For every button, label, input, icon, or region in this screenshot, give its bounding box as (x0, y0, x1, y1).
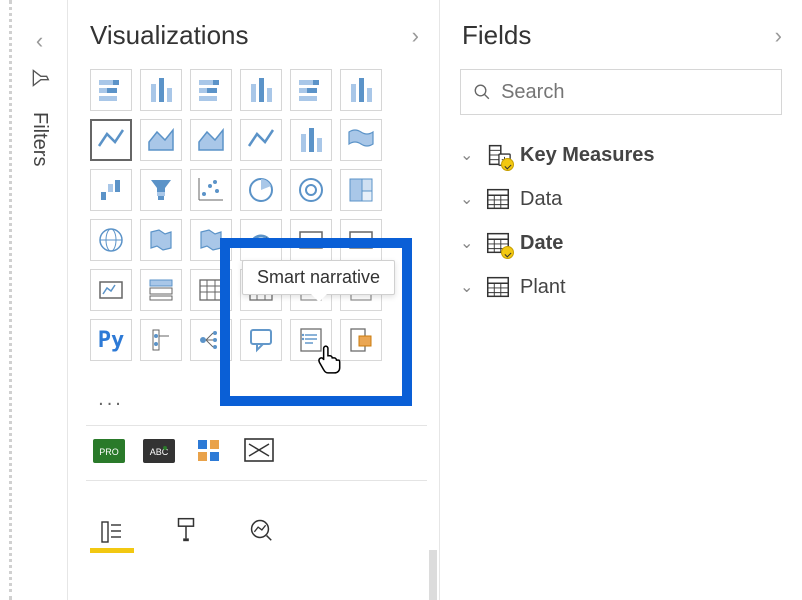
viz-100-stacked-column[interactable] (340, 69, 382, 111)
field-item-date[interactable]: ⌄ Date (460, 221, 802, 265)
format-tabs (68, 491, 439, 549)
viz-donut[interactable] (290, 169, 332, 211)
calc-table-icon (484, 141, 512, 169)
chevron-down-icon: ⌄ (460, 277, 476, 297)
viz-card[interactable] (290, 219, 332, 261)
viz-filled-map[interactable] (140, 219, 182, 261)
viz-qa[interactable] (240, 319, 282, 361)
field-label: Key Measures (520, 144, 655, 167)
filters-pane-collapsed: ‹ Filters (12, 0, 68, 600)
tab-fields-well[interactable] (90, 509, 134, 549)
btn-get-more-visuals[interactable]: PRO (90, 436, 128, 466)
visualizations-pane: Visualizations › (68, 0, 440, 600)
viz-key-influencers[interactable] (140, 319, 182, 361)
viz-clustered-column[interactable] (240, 69, 282, 111)
field-item-data[interactable]: ⌄ Data (460, 177, 802, 221)
funnel-icon (30, 68, 50, 88)
viz-scatter[interactable] (190, 169, 232, 211)
viz-pie[interactable] (240, 169, 282, 211)
btn-text-box[interactable]: ABC (140, 436, 178, 466)
visualizations-grid: Py ... (68, 69, 439, 411)
field-label: Date (520, 232, 563, 255)
viz-funnel[interactable] (140, 169, 182, 211)
btn-buttons[interactable] (190, 436, 228, 466)
filters-collapse-chevron[interactable]: ‹ (36, 28, 43, 54)
btn-image[interactable] (240, 436, 278, 466)
fields-search-input[interactable] (501, 81, 769, 104)
viz-stacked-column[interactable] (140, 69, 182, 111)
viz-kpi[interactable] (90, 269, 132, 311)
viz-100-stacked-bar[interactable] (290, 69, 332, 111)
table-icon (484, 185, 512, 213)
table-icon (484, 273, 512, 301)
viz-more-options[interactable]: ... (90, 369, 132, 411)
viz-line-stacked-column[interactable] (240, 119, 282, 161)
chevron-down-icon: ⌄ (460, 233, 476, 253)
viz-line-clustered-column[interactable] (290, 119, 332, 161)
viz-multi-row-card[interactable] (340, 219, 382, 261)
viz-area-chart[interactable] (140, 119, 182, 161)
viz-stacked-bar[interactable] (90, 69, 132, 111)
viz-table[interactable] (190, 269, 232, 311)
tooltip-smart-narrative: Smart narrative (242, 260, 395, 295)
table-icon (484, 229, 512, 257)
chevron-down-icon: ⌄ (460, 145, 476, 165)
viz-decomposition-tree[interactable] (190, 319, 232, 361)
fields-collapse-chevron[interactable]: › (775, 23, 782, 49)
fields-list: ⌄ Key Measures ⌄ Data ⌄ Date ⌄ Plant (440, 129, 802, 309)
tab-analytics[interactable] (238, 509, 282, 549)
field-label: Plant (520, 276, 566, 299)
viz-shape-map[interactable] (190, 219, 232, 261)
viz-stacked-area[interactable] (190, 119, 232, 161)
viz-python-script[interactable]: Py (90, 319, 132, 361)
scrollbar[interactable] (429, 550, 437, 600)
chevron-down-icon: ⌄ (460, 189, 476, 209)
selected-badge-icon (501, 158, 514, 171)
field-label: Data (520, 188, 562, 211)
fields-pane: Fields › ⌄ Key Measures ⌄ Data ⌄ Date ⌄ … (440, 0, 802, 600)
svg-text:PRO: PRO (99, 447, 119, 457)
tab-format[interactable] (164, 509, 208, 549)
search-icon (473, 82, 491, 102)
selected-badge-icon (501, 246, 514, 259)
viz-map[interactable] (90, 219, 132, 261)
cursor-pointer-icon (316, 344, 342, 374)
viz-paginated-report[interactable] (340, 319, 382, 361)
visualizations-title: Visualizations (90, 20, 249, 51)
viz-ribbon-chart[interactable] (340, 119, 382, 161)
viz-bottom-toolbar: PRO ABC (68, 436, 439, 466)
viz-clustered-bar[interactable] (190, 69, 232, 111)
fields-search-box[interactable] (460, 69, 782, 115)
filters-label: Filters (28, 112, 51, 166)
viz-slicer[interactable] (140, 269, 182, 311)
viz-line-chart[interactable] (90, 119, 132, 161)
field-item-plant[interactable]: ⌄ Plant (460, 265, 802, 309)
field-item-key-measures[interactable]: ⌄ Key Measures (460, 133, 802, 177)
viz-treemap[interactable] (340, 169, 382, 211)
fields-title: Fields (462, 20, 531, 51)
viz-waterfall[interactable] (90, 169, 132, 211)
visualizations-collapse-chevron[interactable]: › (412, 23, 419, 49)
viz-gauge[interactable] (240, 219, 282, 261)
